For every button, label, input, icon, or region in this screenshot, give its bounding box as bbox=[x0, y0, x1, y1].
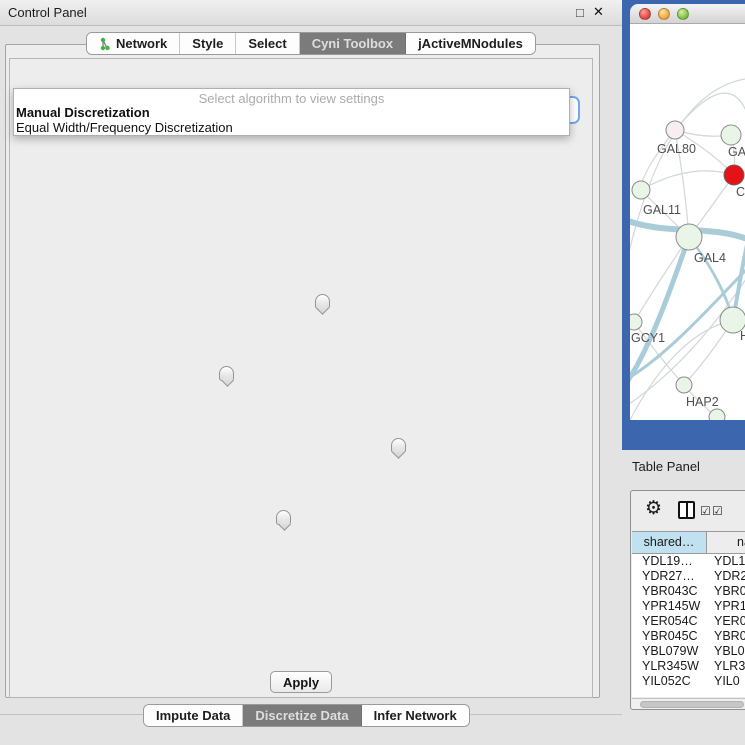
network-node[interactable] bbox=[709, 409, 725, 420]
tab-label: Infer Network bbox=[374, 708, 457, 723]
tab-label: jActiveMNodules bbox=[418, 36, 523, 51]
tab-style[interactable]: Style bbox=[180, 33, 236, 54]
cell-name: YIL0 bbox=[707, 674, 745, 689]
node-label: GCY1 bbox=[631, 331, 665, 345]
network-icon bbox=[99, 37, 111, 51]
table-row[interactable]: YIL052C YIL0 bbox=[632, 674, 745, 689]
network-canvas[interactable]: GAL80 GA C GAL11 GAL4 GCY1 H HAP2 bbox=[630, 24, 745, 420]
apply-button[interactable]: Apply bbox=[270, 671, 332, 693]
tab-label: Discretize Data bbox=[255, 708, 348, 723]
node-label: GAL80 bbox=[657, 142, 696, 156]
cell-shared-name: YBR043C bbox=[632, 584, 707, 599]
control-panel-titlebar[interactable]: Control Panel □ ✕ bbox=[0, 0, 622, 26]
table-row[interactable]: YBR043C YBR0 bbox=[632, 584, 745, 599]
slider-handle[interactable] bbox=[219, 366, 234, 381]
cell-shared-name: YER054C bbox=[632, 614, 707, 629]
columns-icon[interactable] bbox=[678, 501, 695, 519]
tab-cyni-toolbox[interactable]: Cyni Toolbox bbox=[300, 33, 406, 54]
slider-handle[interactable] bbox=[276, 510, 291, 525]
cell-shared-name: YDR27… bbox=[632, 569, 707, 584]
algorithm-option-equal-width[interactable]: Equal Width/Frequency Discretization bbox=[14, 120, 569, 135]
tab-jactivemnodules[interactable]: jActiveMNodules bbox=[406, 33, 535, 54]
algorithm-option-manual[interactable]: Manual Discretization bbox=[14, 105, 569, 120]
tab-infer-network[interactable]: Infer Network bbox=[362, 705, 469, 726]
network-window-titlebar[interactable] bbox=[630, 4, 745, 24]
cell-name: YDR2 bbox=[707, 569, 745, 584]
top-tab-strip: Network Style Select Cyni Toolbox bbox=[86, 32, 536, 55]
network-node[interactable] bbox=[630, 314, 642, 330]
table-row[interactable]: YDR27… YDR2 bbox=[632, 569, 745, 584]
tab-label: Cyni Toolbox bbox=[312, 36, 393, 51]
cell-name: YDL1 bbox=[707, 554, 745, 569]
node-label: GAL11 bbox=[643, 203, 681, 217]
cell-name: YPR1 bbox=[707, 599, 745, 614]
table-row[interactable]: YLR345W YLR3 bbox=[632, 659, 745, 674]
tab-label: Network bbox=[116, 36, 167, 51]
node-label: GAL4 bbox=[694, 251, 726, 265]
network-node[interactable] bbox=[724, 165, 744, 185]
traffic-light-minimize-icon[interactable] bbox=[658, 8, 670, 20]
network-node[interactable] bbox=[721, 125, 741, 145]
tab-impute-data[interactable]: Impute Data bbox=[144, 705, 243, 726]
cell-name: YER0 bbox=[707, 614, 745, 629]
tab-discretize-data[interactable]: Discretize Data bbox=[243, 705, 361, 726]
cell-shared-name: YLR345W bbox=[632, 659, 707, 674]
cell-name: YBR0 bbox=[707, 584, 745, 599]
cell-shared-name: YBL079W bbox=[632, 644, 707, 659]
network-node[interactable] bbox=[666, 121, 684, 139]
node-label: C bbox=[736, 185, 745, 199]
table-toolbar: ⚙ ☑ ☑ bbox=[631, 491, 745, 529]
node-label: HAP2 bbox=[686, 395, 719, 409]
cell-shared-name: YBR045C bbox=[632, 629, 707, 644]
tab-label: Select bbox=[248, 36, 286, 51]
checkbox-icon[interactable]: ☑ bbox=[712, 504, 723, 518]
column-header-name[interactable]: na bbox=[707, 532, 745, 553]
hscrollbar-thumb[interactable] bbox=[640, 701, 744, 708]
network-node[interactable] bbox=[676, 377, 692, 393]
table-row[interactable]: YBR045C YBR0 bbox=[632, 629, 745, 644]
cell-name: YLR3 bbox=[707, 659, 745, 674]
slider-handle[interactable] bbox=[391, 438, 406, 453]
cyni-toolbox-pane bbox=[9, 58, 593, 698]
table-panel-title: Table Panel bbox=[632, 459, 700, 474]
tab-label: Style bbox=[192, 36, 223, 51]
network-node[interactable] bbox=[676, 224, 702, 250]
screen: Control Panel □ ✕ Network Style bbox=[0, 0, 745, 745]
cell-shared-name: YDL19… bbox=[632, 554, 707, 569]
table-row[interactable]: YPR145W YPR1 bbox=[632, 599, 745, 614]
close-icon[interactable]: ✕ bbox=[593, 4, 604, 20]
table-header-row: shared… na bbox=[632, 531, 745, 554]
tab-label: Impute Data bbox=[156, 708, 230, 723]
traffic-light-close-icon[interactable] bbox=[639, 8, 651, 20]
table-hscrollbar[interactable] bbox=[632, 698, 745, 709]
gear-icon[interactable]: ⚙ bbox=[645, 498, 662, 520]
node-table: shared… na YDL19… YDL1 YDR27… YDR2 YBR04… bbox=[632, 531, 745, 697]
bottom-tab-strip: Impute Data Discretize Data Infer Networ… bbox=[143, 704, 470, 727]
cell-name: YBL0 bbox=[707, 644, 745, 659]
table-row[interactable]: YBL079W YBL0 bbox=[632, 644, 745, 659]
checkbox-icon[interactable]: ☑ bbox=[700, 504, 711, 518]
column-header-shared-name[interactable]: shared… bbox=[632, 532, 707, 553]
tab-network[interactable]: Network bbox=[87, 33, 180, 54]
traffic-light-zoom-icon[interactable] bbox=[677, 8, 689, 20]
window-title: Control Panel bbox=[8, 5, 87, 20]
slider-handle[interactable] bbox=[315, 294, 330, 309]
algorithm-dropdown-popup: Select algorithm to view settings Manual… bbox=[13, 88, 570, 136]
tab-select[interactable]: Select bbox=[236, 33, 299, 54]
cell-shared-name: YPR145W bbox=[632, 599, 707, 614]
node-label: H bbox=[740, 329, 745, 343]
float-window-icon[interactable]: □ bbox=[576, 5, 584, 20]
network-view-window: GAL80 GA C GAL11 GAL4 GCY1 H HAP2 bbox=[622, 0, 745, 450]
network-graph: GAL80 GA C GAL11 GAL4 GCY1 H HAP2 bbox=[630, 24, 745, 420]
cell-name: YBR0 bbox=[707, 629, 745, 644]
cell-shared-name: YIL052C bbox=[632, 674, 707, 689]
algorithm-placeholder: Select algorithm to view settings bbox=[14, 89, 569, 105]
network-node[interactable] bbox=[632, 181, 650, 199]
table-panel: ⚙ ☑ ☑ shared… na YDL19… YDL1 YDR27… YDR2… bbox=[630, 490, 745, 710]
node-label: GA bbox=[728, 145, 745, 159]
table-row[interactable]: YDL19… YDL1 bbox=[632, 554, 745, 569]
table-row[interactable]: YER054C YER0 bbox=[632, 614, 745, 629]
